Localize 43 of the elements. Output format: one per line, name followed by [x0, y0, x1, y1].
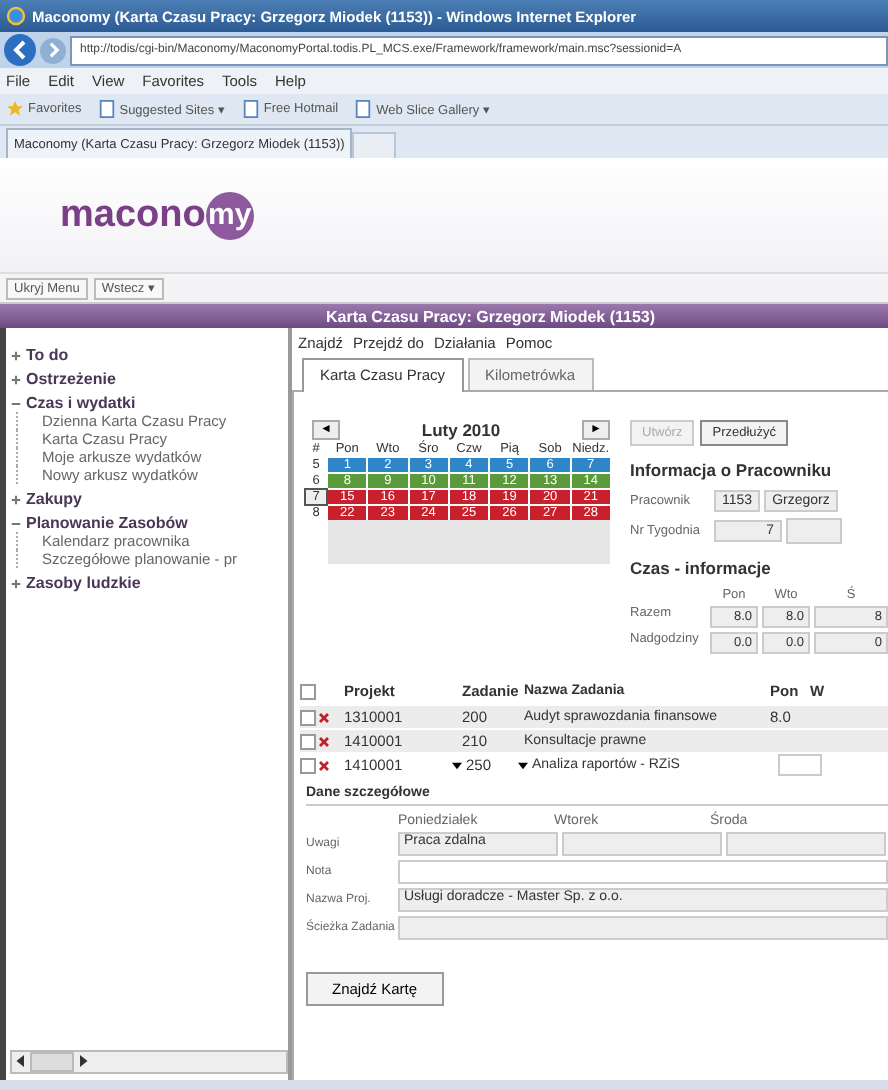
sidebar-group[interactable]: Planowanie Zasobów	[26, 514, 188, 532]
expand-icon[interactable]	[10, 349, 22, 361]
section-title: Czas - informacje	[630, 558, 773, 578]
sidebar-group[interactable]: Zakupy	[26, 490, 83, 508]
delete-icon[interactable]	[318, 711, 330, 723]
note-field[interactable]	[398, 860, 888, 884]
chevron-left-icon	[10, 40, 30, 60]
checkbox[interactable]	[300, 757, 316, 773]
collapse-icon[interactable]	[10, 517, 22, 529]
checkbox[interactable]	[300, 709, 316, 725]
sidebar-group[interactable]: To do	[26, 346, 69, 364]
delete-icon[interactable]	[318, 759, 330, 771]
sidebar-group[interactable]: Zasoby ludzkie	[26, 574, 141, 592]
page-icon	[97, 100, 116, 118]
chevron-right-icon	[45, 42, 61, 58]
caret-icon	[518, 761, 528, 769]
sidebar-group[interactable]: Ostrzeżenie	[26, 370, 116, 388]
checkbox[interactable]	[300, 683, 316, 699]
panel-title: Karta Czasu Pracy: Grzegorz Miodek (1153)	[326, 307, 656, 325]
collapse-icon[interactable]	[10, 397, 22, 409]
expand-icon[interactable]	[10, 373, 22, 385]
star-icon	[6, 100, 24, 118]
table-cell	[778, 754, 822, 776]
delete-icon[interactable]	[318, 735, 330, 747]
logo-badge: my	[205, 191, 254, 239]
month-label: Luty 2010	[421, 420, 501, 440]
scroll-left-icon[interactable]	[12, 1052, 30, 1070]
page-icon	[354, 100, 373, 118]
scroll-right-icon[interactable]	[74, 1052, 92, 1070]
checkbox[interactable]	[300, 733, 316, 749]
scrollbar-thumb[interactable]	[30, 1052, 74, 1072]
expand-icon[interactable]	[10, 493, 22, 505]
expand-icon[interactable]	[10, 577, 22, 589]
section-title: Informacja o Pracowniku	[630, 460, 834, 480]
browser-logo-icon	[6, 6, 26, 26]
sidebar-group[interactable]: Czas i wydatki	[26, 394, 136, 412]
notes-field[interactable]	[726, 832, 886, 856]
back-button[interactable]	[4, 34, 36, 66]
caret-icon	[452, 761, 462, 769]
page-icon	[241, 100, 260, 118]
week-extra-field	[786, 518, 842, 544]
logo-text: macono	[60, 193, 206, 237]
notes-field[interactable]	[562, 832, 722, 856]
